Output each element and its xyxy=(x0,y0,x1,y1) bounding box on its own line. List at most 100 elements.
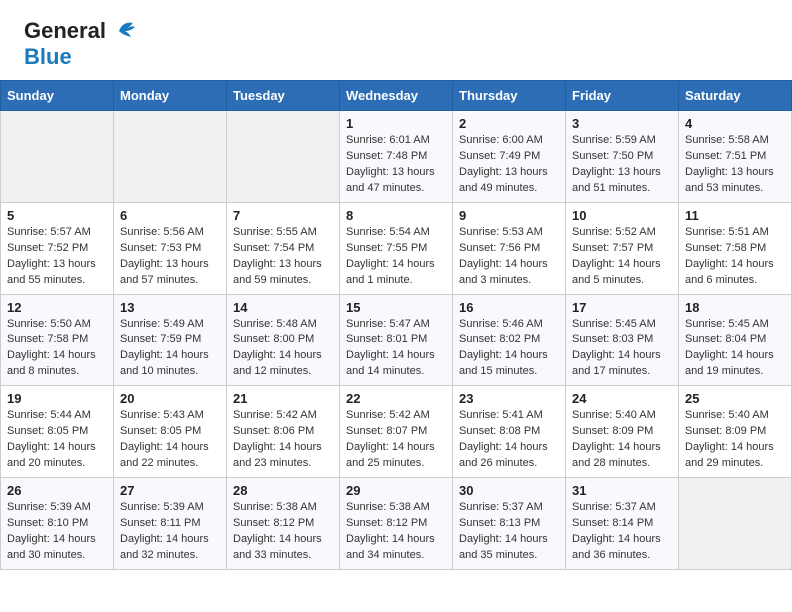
day-info: Sunrise: 5:38 AMSunset: 8:12 PMDaylight:… xyxy=(346,500,446,564)
day-number: 22 xyxy=(346,391,446,406)
calendar-cell: 16Sunrise: 5:46 AMSunset: 8:02 PMDayligh… xyxy=(453,294,566,386)
calendar-cell: 24Sunrise: 5:40 AMSunset: 8:09 PMDayligh… xyxy=(566,386,679,478)
calendar-cell: 19 Sunrise: 5:44 AMSunset: 8:05 PMDayligh… xyxy=(1,386,114,478)
day-number: 20 xyxy=(120,391,220,406)
day-number: 30 xyxy=(459,483,559,498)
page-header: General Blue xyxy=(0,0,792,80)
day-number: 13 xyxy=(120,300,220,315)
day-info: Sunrise: 5:51 AMSunset: 7:58 PMDaylight:… xyxy=(685,225,785,289)
calendar-cell: 17 Sunrise: 5:45 AMSunset: 8:03 PMDayligh… xyxy=(566,294,679,386)
weekday-header-saturday: Saturday xyxy=(679,81,792,111)
day-number: 31 xyxy=(572,483,672,498)
day-info: Sunrise: 5:39 AMSunset: 8:10 PMDaylight:… xyxy=(7,500,107,564)
day-info: Sunrise: 5:37 AMSunset: 8:14 PMDaylight:… xyxy=(572,500,672,564)
day-number: 6 xyxy=(120,208,220,223)
calendar-cell: 25 Sunrise: 5:40 AMSunset: 8:09 PMDayligh… xyxy=(679,386,792,478)
calendar-cell: 6 Sunrise: 5:56 AMSunset: 7:53 PMDaylight… xyxy=(114,202,227,294)
day-number: 8 xyxy=(346,208,446,223)
day-info: Sunrise: 5:37 AMSunset: 8:13 PMDaylight:… xyxy=(459,500,559,564)
calendar-cell: 11Sunrise: 5:51 AMSunset: 7:58 PMDayligh… xyxy=(679,202,792,294)
calendar-cell: 20Sunrise: 5:43 AMSunset: 8:05 PMDayligh… xyxy=(114,386,227,478)
day-info: Sunrise: 5:39 AMSunset: 8:11 PMDaylight:… xyxy=(120,500,220,564)
day-number: 3 xyxy=(572,116,672,131)
calendar-cell: 1Sunrise: 6:01 AMSunset: 7:48 PMDaylight… xyxy=(340,111,453,203)
logo-general-text: General xyxy=(24,18,106,44)
day-info: Sunrise: 5:47 AMSunset: 8:01 PMDaylight:… xyxy=(346,317,446,381)
day-info: Sunrise: 5:44 AMSunset: 8:05 PMDaylight:… xyxy=(7,408,107,472)
day-number: 17 xyxy=(572,300,672,315)
logo: General Blue xyxy=(24,18,137,70)
day-info: Sunrise: 5:45 AMSunset: 8:03 PMDaylight:… xyxy=(572,317,672,381)
calendar-cell: 30 Sunrise: 5:37 AMSunset: 8:13 PMDayligh… xyxy=(453,478,566,570)
day-info: Sunrise: 5:42 AMSunset: 8:06 PMDaylight:… xyxy=(233,408,333,472)
day-info: Sunrise: 5:57 AMSunset: 7:52 PMDaylight:… xyxy=(7,225,107,289)
calendar-table: SundayMondayTuesdayWednesdayThursdayFrid… xyxy=(0,80,792,570)
calendar-cell: 29 Sunrise: 5:38 AMSunset: 8:12 PMDayligh… xyxy=(340,478,453,570)
calendar-week-1: 1Sunrise: 6:01 AMSunset: 7:48 PMDaylight… xyxy=(1,111,792,203)
day-number: 21 xyxy=(233,391,333,406)
calendar-cell: 28 Sunrise: 5:38 AMSunset: 8:12 PMDayligh… xyxy=(227,478,340,570)
calendar-week-3: 12Sunrise: 5:50 AMSunset: 7:58 PMDayligh… xyxy=(1,294,792,386)
day-number: 27 xyxy=(120,483,220,498)
calendar-cell: 31 Sunrise: 5:37 AMSunset: 8:14 PMDayligh… xyxy=(566,478,679,570)
day-info: Sunrise: 6:00 AMSunset: 7:49 PMDaylight:… xyxy=(459,133,559,197)
calendar-cell: 14Sunrise: 5:48 AMSunset: 8:00 PMDayligh… xyxy=(227,294,340,386)
calendar-cell: 22 Sunrise: 5:42 AMSunset: 8:07 PMDayligh… xyxy=(340,386,453,478)
weekday-header-tuesday: Tuesday xyxy=(227,81,340,111)
weekday-header-friday: Friday xyxy=(566,81,679,111)
day-number: 5 xyxy=(7,208,107,223)
day-number: 16 xyxy=(459,300,559,315)
calendar-week-5: 26 Sunrise: 5:39 AMSunset: 8:10 PMDayligh… xyxy=(1,478,792,570)
calendar-cell: 9 Sunrise: 5:53 AMSunset: 7:56 PMDaylight… xyxy=(453,202,566,294)
day-info: Sunrise: 5:52 AMSunset: 7:57 PMDaylight:… xyxy=(572,225,672,289)
weekday-header-sunday: Sunday xyxy=(1,81,114,111)
day-info: Sunrise: 5:55 AMSunset: 7:54 PMDaylight:… xyxy=(233,225,333,289)
calendar-cell: 13 Sunrise: 5:49 AMSunset: 7:59 PMDayligh… xyxy=(114,294,227,386)
day-number: 25 xyxy=(685,391,785,406)
day-number: 7 xyxy=(233,208,333,223)
day-info: Sunrise: 5:56 AMSunset: 7:53 PMDaylight:… xyxy=(120,225,220,289)
day-info: Sunrise: 5:48 AMSunset: 8:00 PMDaylight:… xyxy=(233,317,333,381)
logo-blue-text: Blue xyxy=(24,44,72,69)
day-number: 18 xyxy=(685,300,785,315)
calendar-cell xyxy=(679,478,792,570)
day-number: 23 xyxy=(459,391,559,406)
calendar-cell: 27 Sunrise: 5:39 AMSunset: 8:11 PMDayligh… xyxy=(114,478,227,570)
day-info: Sunrise: 5:42 AMSunset: 8:07 PMDaylight:… xyxy=(346,408,446,472)
day-info: Sunrise: 5:38 AMSunset: 8:12 PMDaylight:… xyxy=(233,500,333,564)
day-number: 28 xyxy=(233,483,333,498)
weekday-header-row: SundayMondayTuesdayWednesdayThursdayFrid… xyxy=(1,81,792,111)
day-info: Sunrise: 5:49 AMSunset: 7:59 PMDaylight:… xyxy=(120,317,220,381)
day-info: Sunrise: 5:53 AMSunset: 7:56 PMDaylight:… xyxy=(459,225,559,289)
day-info: Sunrise: 5:54 AMSunset: 7:55 PMDaylight:… xyxy=(346,225,446,289)
day-number: 19 xyxy=(7,391,107,406)
calendar-cell: 12Sunrise: 5:50 AMSunset: 7:58 PMDayligh… xyxy=(1,294,114,386)
day-number: 2 xyxy=(459,116,559,131)
calendar-cell xyxy=(227,111,340,203)
calendar-cell: 10 Sunrise: 5:52 AMSunset: 7:57 PMDayligh… xyxy=(566,202,679,294)
day-info: Sunrise: 5:41 AMSunset: 8:08 PMDaylight:… xyxy=(459,408,559,472)
calendar-cell: 3 Sunrise: 5:59 AMSunset: 7:50 PMDaylight… xyxy=(566,111,679,203)
calendar-cell xyxy=(114,111,227,203)
day-number: 4 xyxy=(685,116,785,131)
calendar-week-2: 5 Sunrise: 5:57 AMSunset: 7:52 PMDaylight… xyxy=(1,202,792,294)
day-number: 10 xyxy=(572,208,672,223)
calendar-cell: 5 Sunrise: 5:57 AMSunset: 7:52 PMDaylight… xyxy=(1,202,114,294)
day-number: 12 xyxy=(7,300,107,315)
calendar-cell: 2 Sunrise: 6:00 AMSunset: 7:49 PMDaylight… xyxy=(453,111,566,203)
weekday-header-monday: Monday xyxy=(114,81,227,111)
day-number: 9 xyxy=(459,208,559,223)
day-info: Sunrise: 5:59 AMSunset: 7:50 PMDaylight:… xyxy=(572,133,672,197)
day-info: Sunrise: 5:45 AMSunset: 8:04 PMDaylight:… xyxy=(685,317,785,381)
day-info: Sunrise: 5:40 AMSunset: 8:09 PMDaylight:… xyxy=(685,408,785,472)
calendar-cell: 21 Sunrise: 5:42 AMSunset: 8:06 PMDayligh… xyxy=(227,386,340,478)
day-number: 1 xyxy=(346,116,446,131)
calendar-cell xyxy=(1,111,114,203)
day-number: 29 xyxy=(346,483,446,498)
day-number: 15 xyxy=(346,300,446,315)
calendar-cell: 23 Sunrise: 5:41 AMSunset: 8:08 PMDayligh… xyxy=(453,386,566,478)
day-info: Sunrise: 5:40 AMSunset: 8:09 PMDaylight:… xyxy=(572,408,672,472)
calendar-cell: 26 Sunrise: 5:39 AMSunset: 8:10 PMDayligh… xyxy=(1,478,114,570)
calendar-cell: 4Sunrise: 5:58 AMSunset: 7:51 PMDaylight… xyxy=(679,111,792,203)
day-number: 26 xyxy=(7,483,107,498)
